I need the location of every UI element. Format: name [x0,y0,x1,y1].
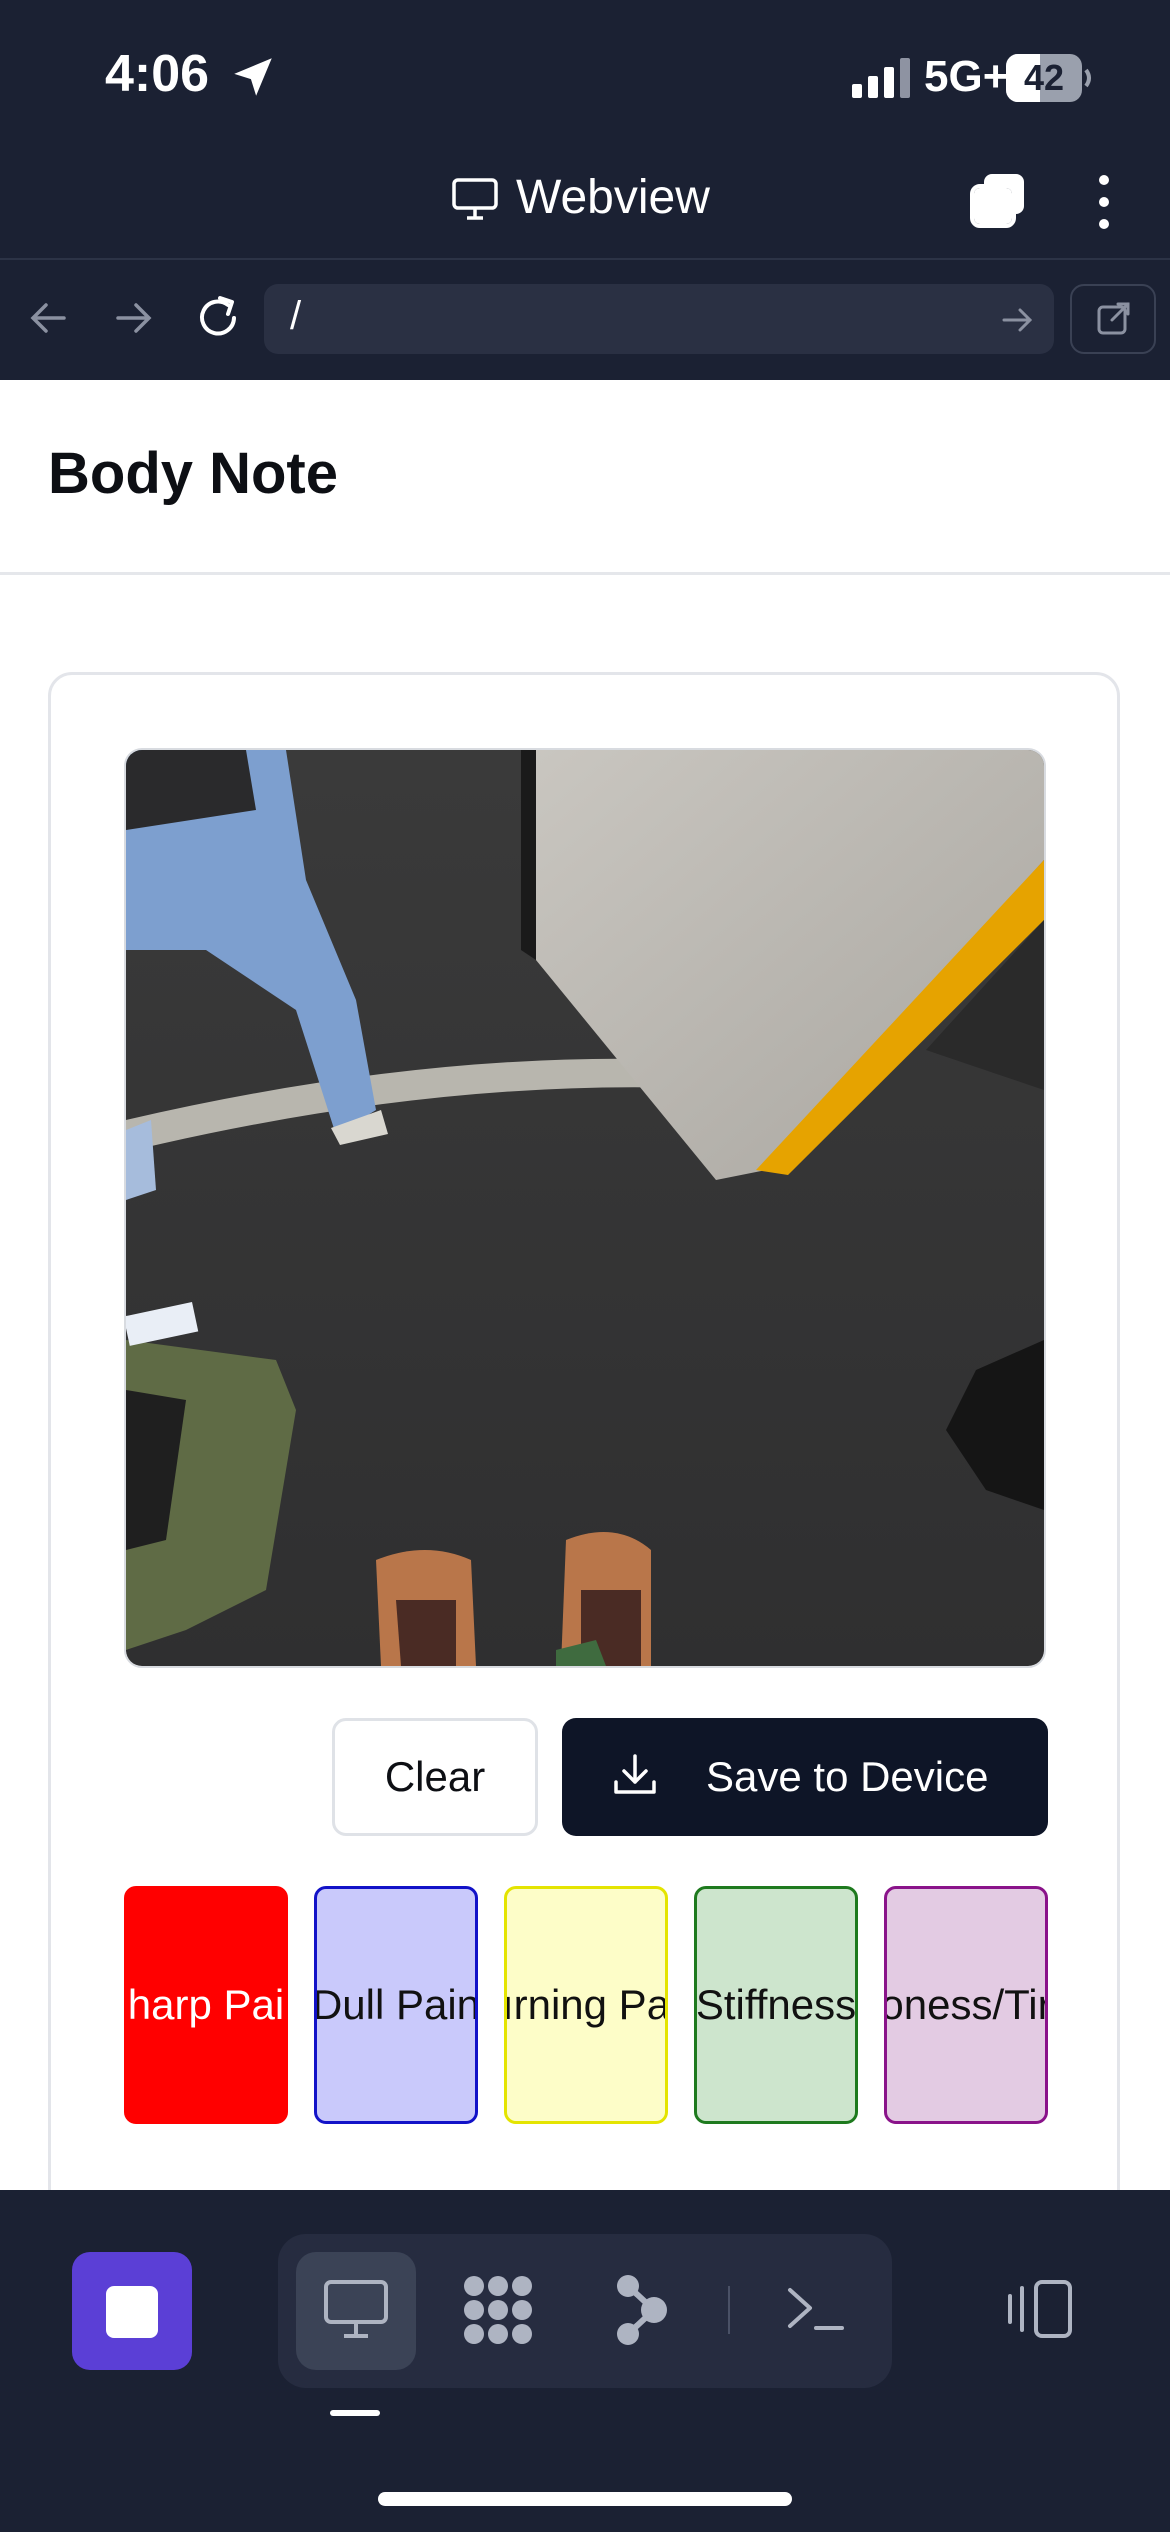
battery-level: 42 [1023,57,1065,98]
page-title: Body Note [48,441,338,506]
go-arrow-icon[interactable] [1000,302,1036,338]
symptom-tag[interactable]: Stiffness [694,1886,858,2124]
terminal-icon[interactable] [784,2280,846,2338]
stop-square-icon [106,2286,158,2338]
active-tab-indicator [330,2410,380,2416]
download-icon [614,1754,656,1794]
url-text: / [290,294,302,338]
status-time: 4:06 [105,45,210,103]
symptom-tag-label: ırning Pa [504,1981,668,2028]
location-arrow-icon [234,58,272,96]
symptom-tag-label: Stiffness [695,1981,857,2028]
side-panel-icon[interactable] [1002,2278,1074,2340]
switcher-divider [728,2286,730,2334]
symptom-tag-label: oness/Tir [884,1981,1048,2028]
symptom-tag[interactable]: harp Pai [124,1886,288,2124]
clear-button-label: Clear [384,1753,486,1800]
header-divider [0,572,1170,575]
save-button-label: Save to Device [706,1753,989,1800]
network-type: 5G+ [924,52,1009,101]
symptom-tag-label: harp Pai [127,1981,285,2028]
reload-icon[interactable] [194,292,242,344]
url-input[interactable] [264,284,1054,354]
symptom-tag-label: Dull Pain [314,1981,478,2028]
signal-bars-icon [852,58,910,98]
photo-canvas[interactable] [124,748,1046,1668]
symptom-tag[interactable]: ırning Pa [504,1886,668,2124]
dots-grid-icon[interactable] [460,2274,536,2346]
chrome-divider [0,258,1170,260]
open-external-icon [1097,302,1130,335]
open-external-button[interactable] [1070,284,1156,354]
browser-title: Webview [516,171,710,224]
forward-arrow-icon[interactable] [112,296,156,340]
symptom-tag[interactable]: Dull Pain [314,1886,478,2124]
symptom-tag[interactable]: oness/Tir [884,1886,1048,2124]
home-indicator [378,2492,792,2506]
more-vertical-icon[interactable] [1092,170,1116,234]
tabs-icon[interactable] [968,170,1028,230]
monitor-icon [452,178,498,220]
back-arrow-icon[interactable] [26,296,70,340]
desktop-icon [324,2280,388,2338]
graph-icon[interactable] [612,2274,674,2346]
